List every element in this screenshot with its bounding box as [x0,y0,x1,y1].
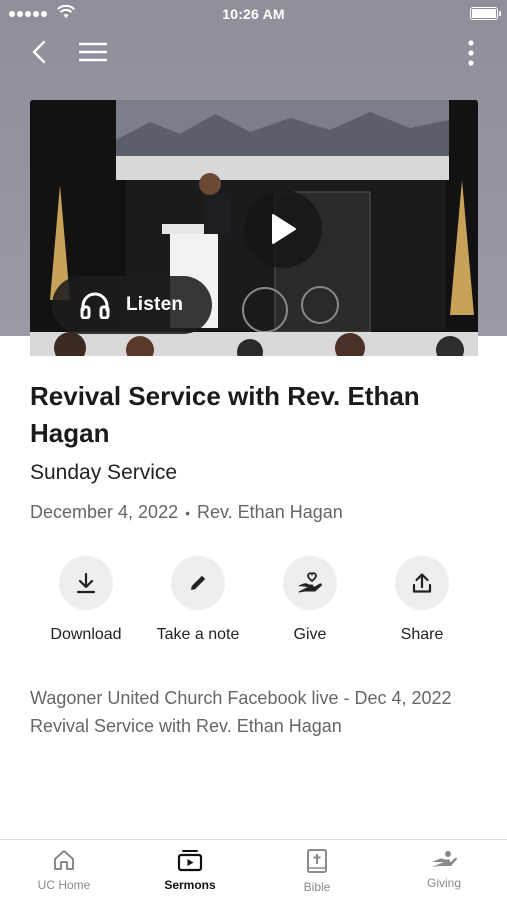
hamburger-icon [79,42,107,62]
give-label: Give [293,626,327,643]
menu-button[interactable] [76,38,110,66]
sermon-speaker: Rev. Ethan Hagan [197,502,343,522]
sermons-icon [177,850,203,872]
tab-uc-home-label: UC Home [37,878,91,892]
give-circle [283,556,337,610]
bible-icon [307,849,327,873]
give-button[interactable]: Give [250,556,370,644]
listen-label: Listen [126,294,184,315]
tab-giving-label: Giving [426,876,461,890]
download-icon [76,572,96,594]
home-icon [54,850,74,870]
status-bar: 10:26 AM [0,0,507,28]
share-button[interactable]: Share [362,556,482,644]
back-button[interactable] [26,36,52,68]
listen-button[interactable]: Listen [52,276,212,334]
battery-icon [470,7,501,20]
share-label: Share [400,626,444,643]
meta-separator: • [185,504,190,521]
sermon-title: Revival Service with Rev. Ethan Hagan [30,381,420,448]
play-button[interactable] [244,190,322,268]
heart-hand-icon [298,572,322,593]
bottom-tab-bar: UC Home Sermons Bible Giving [0,839,507,900]
chevron-left-icon [32,40,46,64]
more-options-button[interactable] [463,38,479,68]
tab-sermons[interactable]: Sermons [135,848,245,892]
video-player[interactable]: Listen [30,100,478,356]
share-icon [412,573,432,593]
take-note-circle [171,556,225,610]
download-circle [59,556,113,610]
play-icon [272,214,296,244]
more-vertical-icon [468,40,474,66]
tab-uc-home[interactable]: UC Home [9,848,119,892]
tab-bible[interactable]: Bible [262,848,372,894]
share-circle [395,556,449,610]
status-time: 10:26 AM [222,6,285,22]
tab-bible-label: Bible [303,880,331,894]
sermon-date: December 4, 2022 [30,502,179,522]
download-button[interactable]: Download [26,556,146,644]
take-note-button[interactable]: Take a note [138,556,258,644]
tab-sermons-label: Sermons [164,878,216,892]
pencil-icon [191,575,206,590]
take-note-label: Take a note [156,626,240,643]
sermon-series: Sunday Service [30,461,178,484]
sermon-description: Wagoner United Church Facebook live - De… [30,688,452,736]
headphones-icon [80,292,110,319]
sermon-meta: December 4, 2022 • Rev. Ethan Hagan [30,502,343,523]
download-label: Download [50,626,122,643]
tab-giving[interactable]: Giving [389,848,499,890]
giving-icon [432,851,457,867]
